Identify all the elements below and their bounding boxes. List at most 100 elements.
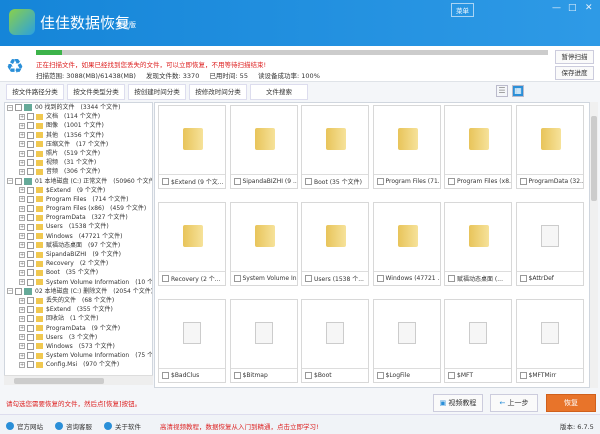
tree-checkbox[interactable]	[27, 251, 34, 259]
file-card[interactable]: 赋福动态桌面 (...	[444, 202, 512, 286]
file-card[interactable]: $Extend (9 个文...	[158, 105, 226, 189]
tree-node[interactable]: + Program Files (x86) (459 个文件)	[5, 204, 152, 213]
tree-checkbox[interactable]	[27, 306, 34, 314]
tree-checkbox[interactable]	[27, 186, 34, 194]
file-card[interactable]: Boot (35 个文件)	[301, 105, 369, 189]
tree-node[interactable]: − 02 本地磁盘 (C:) 删除文件 (2054 个文件)	[5, 287, 152, 296]
file-card[interactable]: $BadClus	[158, 299, 226, 383]
tree-node[interactable]: + Boot (35 个文件)	[5, 268, 152, 277]
tab-by-type[interactable]: 按文件类型分类	[67, 84, 125, 100]
previous-step-button[interactable]: ← 上一步	[490, 394, 538, 412]
tree-node[interactable]: + 文档 (114 个文件)	[5, 112, 152, 121]
tree-node[interactable]: + 音频 (306 个文件)	[5, 167, 152, 176]
tree-node[interactable]: + Config.Msi (970 个文件)	[5, 360, 152, 369]
file-checkbox[interactable]	[519, 372, 527, 379]
tree-checkbox[interactable]	[27, 269, 34, 277]
expand-toggle-icon[interactable]: +	[19, 334, 25, 341]
expand-toggle-icon[interactable]: +	[19, 325, 25, 332]
close-button[interactable]: ✕	[585, 3, 593, 13]
file-card[interactable]: Recovery (2 个...	[158, 202, 226, 286]
tree-checkbox[interactable]	[27, 333, 34, 341]
file-checkbox[interactable]	[376, 372, 384, 379]
tree-checkbox[interactable]	[15, 177, 22, 185]
expand-toggle-icon[interactable]: +	[19, 141, 25, 148]
file-card[interactable]: Program Files (x8...	[444, 105, 512, 189]
file-card[interactable]: Users (1538 个...	[301, 202, 369, 286]
file-checkbox[interactable]	[448, 372, 455, 379]
expand-toggle-icon[interactable]: +	[19, 159, 25, 166]
expand-toggle-icon[interactable]: +	[19, 242, 25, 249]
expand-toggle-icon[interactable]: +	[19, 113, 25, 120]
tree-checkbox[interactable]	[27, 315, 34, 323]
file-checkbox[interactable]	[376, 178, 384, 185]
tree-node[interactable]: + ProgramData (9 个文件)	[5, 324, 152, 333]
tree-checkbox[interactable]	[27, 159, 34, 167]
tab-by-path[interactable]: 按文件路径分类	[6, 84, 64, 100]
tree-checkbox[interactable]	[27, 297, 34, 305]
expand-toggle-icon[interactable]: +	[19, 187, 25, 194]
tree-checkbox[interactable]	[27, 260, 34, 268]
tree-node[interactable]: + 回收站 (1 个文件)	[5, 314, 152, 323]
grid-view-icon[interactable]: ▦	[512, 85, 524, 97]
official-site-link[interactable]: 官方网站	[6, 421, 43, 431]
expand-toggle-icon[interactable]: +	[19, 260, 25, 267]
menu-button[interactable]: 菜单	[451, 3, 474, 17]
tree-checkbox[interactable]	[27, 232, 34, 240]
file-checkbox[interactable]	[162, 275, 169, 282]
save-progress-button[interactable]: 保存进度	[555, 66, 594, 80]
tree-checkbox[interactable]	[27, 122, 34, 130]
expand-toggle-icon[interactable]: +	[19, 343, 25, 350]
tree-checkbox[interactable]	[27, 205, 34, 213]
tree-node[interactable]: + Users (1538 个文件)	[5, 222, 152, 231]
tree-checkbox[interactable]	[27, 214, 34, 222]
tree-node[interactable]: + Recovery (2 个文件)	[5, 259, 152, 268]
expand-toggle-icon[interactable]: +	[19, 150, 25, 157]
expand-toggle-icon[interactable]: +	[19, 205, 25, 212]
expand-toggle-icon[interactable]: +	[19, 279, 25, 286]
tree-node[interactable]: + 照片 (519 个文件)	[5, 149, 152, 158]
tree-node[interactable]: + Users (3 个文件)	[5, 333, 152, 342]
file-checkbox[interactable]	[305, 372, 312, 379]
file-checkbox[interactable]	[233, 178, 241, 185]
file-card[interactable]: $AttrDef	[515, 202, 584, 286]
expand-toggle-icon[interactable]: +	[19, 214, 25, 221]
file-card[interactable]: $Bitmap	[229, 299, 298, 383]
tree-node[interactable]: + 丢失的文件 (68 个文件)	[5, 296, 152, 305]
tree-node[interactable]: + SipandaBIZHI (9 个文件)	[5, 250, 152, 259]
pause-scan-button[interactable]: 暂停扫描	[555, 50, 594, 64]
file-checkbox[interactable]	[448, 275, 455, 282]
tree-node[interactable]: + Windows (47721 个文件)	[5, 232, 152, 241]
tree-node[interactable]: − 00 找到的文件 (3344 个文件)	[5, 103, 152, 112]
list-view-icon[interactable]: ☰	[496, 85, 508, 97]
file-card[interactable]: $MFTMirr	[515, 299, 584, 383]
tree-checkbox[interactable]	[27, 140, 34, 148]
tree-node[interactable]: + 视频 (31 个文件)	[5, 158, 152, 167]
expand-toggle-icon[interactable]: +	[19, 196, 25, 203]
file-card[interactable]: $MFT	[444, 299, 512, 383]
file-card[interactable]: $LogFile	[372, 299, 441, 383]
file-checkbox[interactable]	[519, 275, 527, 282]
tree-node[interactable]: + System Volume Information (10 个文件)	[5, 278, 152, 287]
tree-node[interactable]: + $Extend (355 个文件)	[5, 305, 152, 314]
expand-toggle-icon[interactable]: +	[19, 306, 25, 313]
tree-node[interactable]: + Program Files (714 个文件)	[5, 195, 152, 204]
expand-toggle-icon[interactable]: +	[19, 168, 25, 175]
tree-node[interactable]: − 01 本地磁盘 (C:) 正常文件 (50960 个文件)	[5, 177, 152, 186]
tree-checkbox[interactable]	[27, 352, 34, 360]
tab-by-modified[interactable]: 按修改时间分类	[189, 84, 247, 100]
support-link[interactable]: 咨询客服	[55, 421, 92, 431]
about-link[interactable]: 关于软件	[104, 421, 141, 431]
expand-toggle-icon[interactable]: +	[19, 297, 25, 304]
promo-link[interactable]: 高清视频教程，数据恢复从入门到精通，点击立即学习!	[160, 421, 319, 431]
tree-checkbox[interactable]	[27, 168, 34, 176]
tree-checkbox[interactable]	[27, 361, 34, 369]
tree-checkbox[interactable]	[27, 278, 34, 286]
file-card[interactable]: SipandaBIZHI (9 ...	[229, 105, 298, 189]
tree-checkbox[interactable]	[15, 287, 22, 295]
file-checkbox[interactable]	[305, 275, 312, 282]
tree-node[interactable]: + 赋福动态桌面 (97 个文件)	[5, 241, 152, 250]
expand-toggle-icon[interactable]: +	[19, 122, 25, 129]
tree-checkbox[interactable]	[27, 324, 34, 332]
tree-node[interactable]: + 压缩文件 (17 个文件)	[5, 140, 152, 149]
file-checkbox[interactable]	[376, 275, 384, 282]
